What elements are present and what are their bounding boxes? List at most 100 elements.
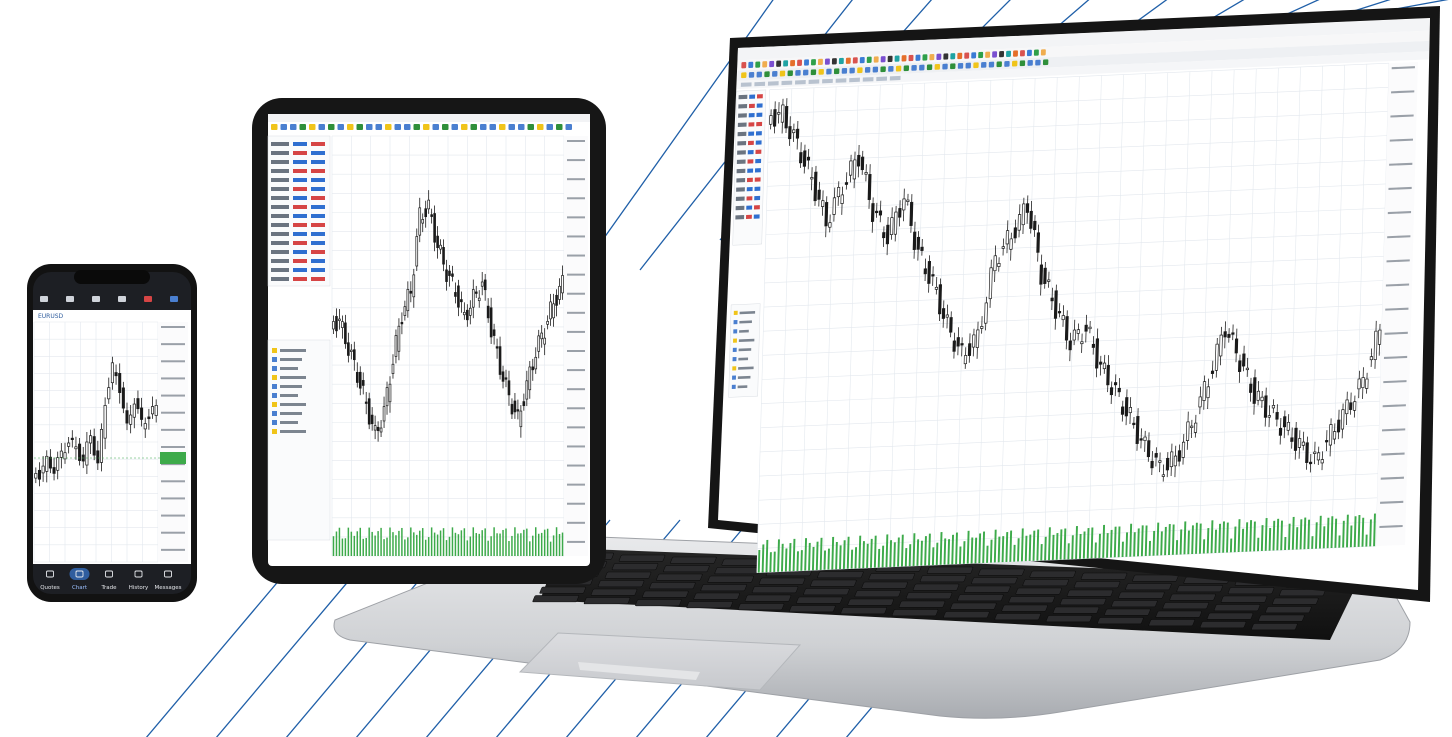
toolbar-button-icon[interactable] — [818, 68, 824, 75]
toolbar-button-icon[interactable] — [915, 54, 921, 61]
toolbar-button-icon[interactable] — [1011, 60, 1018, 67]
toolbar-button-icon[interactable] — [950, 53, 956, 60]
toolbar-button-icon[interactable] — [328, 124, 335, 130]
toolbar-button-icon[interactable] — [903, 65, 910, 72]
toolbar-button-icon[interactable] — [992, 51, 998, 58]
navigator-item-label[interactable] — [737, 385, 748, 389]
toolbar-button-icon[interactable] — [309, 124, 316, 130]
toolbar-button-icon[interactable] — [741, 62, 747, 69]
toolbar-button-icon[interactable] — [394, 124, 402, 130]
symbol-cell[interactable] — [735, 215, 745, 220]
toolbar-button-icon[interactable] — [451, 124, 459, 130]
symbol-cell[interactable] — [737, 131, 747, 137]
navigator-item-label[interactable] — [280, 385, 302, 388]
symbol-cell[interactable] — [738, 94, 748, 100]
symbol-cell[interactable] — [271, 178, 289, 182]
toolbar-button-icon[interactable] — [556, 124, 563, 130]
symbol-cell[interactable] — [271, 160, 289, 164]
navigator-item-label[interactable] — [739, 320, 752, 324]
symbol-cell[interactable] — [271, 187, 289, 191]
toolbar-button-icon[interactable] — [271, 124, 278, 130]
toolbar-button-icon[interactable] — [803, 69, 809, 76]
navigator-item-label[interactable] — [280, 367, 298, 370]
toolbar-button-icon[interactable] — [337, 124, 345, 130]
crosshair-icon[interactable] — [66, 296, 74, 302]
toolbar-button-icon[interactable] — [470, 124, 478, 130]
toolbar-button-icon[interactable] — [929, 53, 935, 61]
toolbar-button-icon[interactable] — [919, 64, 925, 71]
symbol-cell[interactable] — [271, 277, 289, 281]
toolbar-button-icon[interactable] — [1027, 60, 1033, 66]
toolbar-button-icon[interactable] — [895, 65, 902, 72]
toolbar-button-icon[interactable] — [797, 59, 803, 66]
toolbar-button-icon[interactable] — [769, 60, 775, 68]
chart-tab[interactable] — [808, 79, 820, 84]
toolbar-button-icon[interactable] — [817, 58, 823, 66]
toolbar-button-icon[interactable] — [762, 61, 768, 68]
toolbar-button-icon[interactable] — [755, 61, 761, 68]
toolbar-button-icon[interactable] — [901, 55, 907, 62]
toolbar-button-icon[interactable] — [880, 56, 886, 63]
toolbar-button-icon[interactable] — [748, 71, 755, 78]
symbol-cell[interactable] — [735, 205, 745, 211]
indicator-icon[interactable] — [92, 296, 100, 302]
toolbar-button-icon[interactable] — [872, 66, 879, 73]
toolbar-button-icon[interactable] — [833, 68, 840, 75]
toolbar-button-icon[interactable] — [934, 64, 941, 70]
toolbar-button-icon[interactable] — [1042, 59, 1049, 66]
symbol-cell[interactable] — [271, 196, 289, 200]
toolbar-button-icon[interactable] — [565, 124, 573, 130]
toolbar-button-icon[interactable] — [290, 124, 297, 130]
symbol-cell[interactable] — [735, 196, 745, 202]
navigator-item-label[interactable] — [280, 358, 302, 361]
toolbar-button-icon[interactable] — [908, 54, 914, 62]
toolbar-button-icon[interactable] — [375, 124, 383, 130]
toolbar-button-icon[interactable] — [480, 124, 487, 130]
toolbar-button-icon[interactable] — [404, 124, 411, 130]
symbol-cell[interactable] — [271, 169, 289, 173]
symbol-cell[interactable] — [271, 250, 289, 254]
chart-tab[interactable] — [754, 81, 766, 87]
toolbar-button-icon[interactable] — [894, 55, 900, 62]
symbol-cell[interactable] — [736, 178, 746, 183]
chart-tab[interactable] — [781, 80, 793, 86]
toolbar-button-icon[interactable] — [366, 124, 373, 130]
symbol-cell[interactable] — [736, 187, 745, 192]
navigator-item-label[interactable] — [738, 348, 752, 352]
toolbar-button-icon[interactable] — [489, 124, 497, 130]
toolbar-button-icon[interactable] — [981, 62, 987, 68]
toolbar-button-icon[interactable] — [772, 70, 778, 77]
toolbar-button-icon[interactable] — [911, 65, 917, 71]
toolbar-button-icon[interactable] — [950, 63, 956, 70]
toolbar-button-icon[interactable] — [1026, 49, 1032, 57]
tablet-price-chart[interactable] — [331, 135, 588, 557]
toolbar-button-icon[interactable] — [1019, 50, 1025, 57]
symbol-cell[interactable] — [271, 268, 289, 272]
symbol-cell[interactable] — [271, 151, 289, 155]
navigator-item-label[interactable] — [737, 375, 751, 379]
toolbar-button-icon[interactable] — [936, 53, 942, 60]
navigator-item-label[interactable] — [739, 329, 749, 333]
toolbar-button-icon[interactable] — [857, 67, 863, 74]
toolbar-button-icon[interactable] — [318, 124, 326, 130]
toolbar-button-icon[interactable] — [965, 62, 971, 69]
toolbar-button-icon[interactable] — [880, 66, 886, 73]
toolbar-button-icon[interactable] — [926, 64, 933, 71]
toolbar-button-icon[interactable] — [804, 59, 809, 66]
menu-icon[interactable] — [40, 296, 48, 302]
toolbar-button-icon[interactable] — [859, 56, 865, 64]
symbol-cell[interactable] — [271, 214, 289, 218]
navigator-item-label[interactable] — [280, 403, 306, 406]
chart-tab[interactable] — [862, 77, 874, 82]
toolbar-button-icon[interactable] — [866, 56, 872, 63]
toolbar-button-icon[interactable] — [957, 52, 963, 60]
toolbar-button-icon[interactable] — [943, 53, 949, 60]
symbol-cell[interactable] — [271, 223, 289, 227]
toolbar-button-icon[interactable] — [922, 54, 928, 61]
toolbar-button-icon[interactable] — [499, 124, 506, 130]
chart-tab[interactable] — [835, 78, 847, 83]
chart-tab[interactable] — [876, 76, 888, 82]
timeframe-icon[interactable] — [118, 296, 126, 302]
toolbar-button-icon[interactable] — [985, 51, 991, 58]
navigator-item-label[interactable] — [738, 357, 749, 361]
